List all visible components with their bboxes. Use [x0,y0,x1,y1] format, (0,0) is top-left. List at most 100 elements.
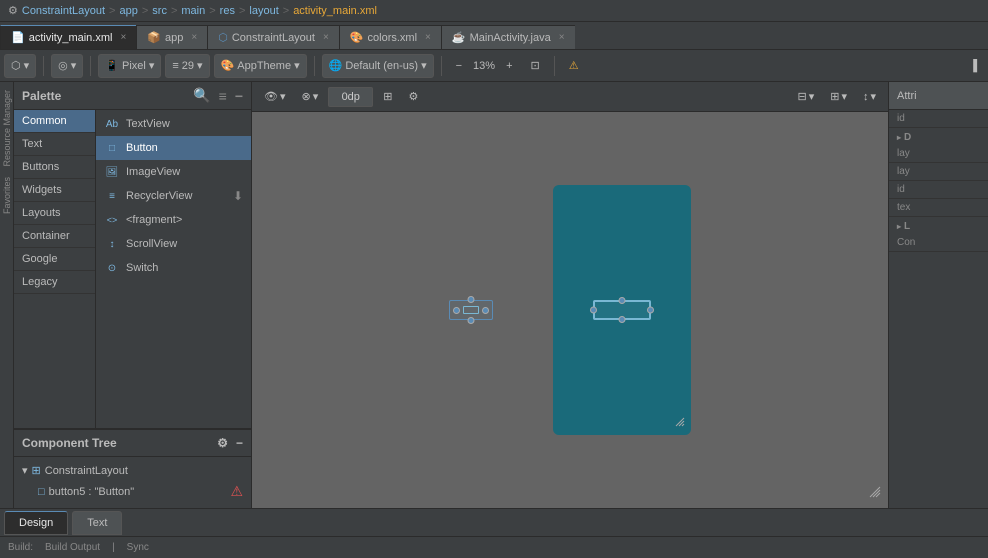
design-mode-dropdown[interactable]: ⬡ ▾ [4,54,36,78]
component-tree-panel: Component Tree ⚙ − ▾ ⊞ ConstraintLayout … [14,428,251,508]
palette-item-recyclerview[interactable]: ≡ RecyclerView ⬇ [96,184,251,208]
palette-more-icon[interactable]: ≡ [219,88,227,104]
zoom-out-button[interactable]: − [449,54,469,78]
eye-button[interactable]: 👁 ▾ [258,86,292,108]
palette-item-textview[interactable]: Ab TextView [96,112,251,136]
tab-close-activity[interactable]: × [120,32,126,43]
palette-items: Ab TextView □ Button 🖼 ImageView ≡ Recyc… [96,110,251,428]
api-dropdown[interactable]: ≡ 29 ▾ [165,54,209,78]
design-mode-icon: ⬡ [11,59,21,72]
chevron-down-icon-3: ▾ [149,59,155,72]
tab-icon-java: ☕ [452,31,466,44]
attributes-toggle[interactable]: ▐ [962,54,984,78]
align-icon: ⊟ [797,90,806,103]
tab-app[interactable]: 📦 app × [136,25,207,49]
canvas-area: 👁 ▾ ⊗ ▾ ⊞ ⚙ ⊟ ▾ ⊞ ▾ ↕ [252,82,888,508]
constraint-button[interactable]: ↕ ▾ [857,86,882,108]
cat-buttons[interactable]: Buttons [14,156,95,179]
build-output-button[interactable]: Build Output [41,542,104,553]
margin-button[interactable]: ⊞ ▾ [824,86,853,108]
chevron-eye: ▾ [280,90,286,103]
cat-common[interactable]: Common [14,110,95,133]
bc-app[interactable]: app [119,5,137,17]
bc-src[interactable]: src [152,5,167,17]
bc-res[interactable]: res [220,5,235,17]
bc-layout[interactable]: layout [249,5,278,17]
tab-close-java[interactable]: × [559,32,565,43]
tab-colors[interactable]: 🎨 colors.xml × [339,25,441,49]
attributes-panel: Attri id ▸ D lay lay id tex ▸ L Con [888,82,988,508]
fit-screen-button[interactable]: ⊡ [524,54,547,78]
tab-close-app[interactable]: × [191,32,197,43]
sync-button[interactable]: Sync [123,542,153,553]
tab-text[interactable]: Text [72,511,122,535]
tab-icon-activity: 📄 [11,31,25,44]
warning-button[interactable]: ⚠ [562,54,586,78]
fit-icon: ⊡ [531,59,540,72]
palette-item-button[interactable]: □ Button [96,136,251,160]
palette-item-label: RecyclerView [126,190,192,202]
device-dropdown[interactable]: 📱 Pixel ▾ [98,54,161,78]
cat-widgets[interactable]: Widgets [14,179,95,202]
grid-icon: ⊞ [383,90,392,103]
chevron-down-icon-6: ▾ [421,59,427,72]
dot-right [647,307,654,314]
tab-close-constraint[interactable]: × [323,32,329,43]
section-triangle-d: ▸ [897,133,901,142]
preview-dot-top [468,296,475,303]
attr-row-con: Con [889,234,988,252]
left-vertical-tabs: Resource Manager Favorites [0,82,14,508]
palette-item-imageview[interactable]: 🖼 ImageView [96,160,251,184]
palette-minimize-icon[interactable]: − [235,88,243,104]
tab-close-colors[interactable]: × [425,32,431,43]
tree-expand-icon: ▾ [22,464,28,477]
tab-activity-main[interactable]: 📄 activity_main.xml × [0,25,136,49]
palette-panel: Palette 🔍 ≡ − Common Text Buttons Widget… [14,82,251,428]
align-button[interactable]: ⊟ ▾ [791,86,820,108]
cat-container[interactable]: Container [14,225,95,248]
theme-dropdown[interactable]: 🎨 AppTheme ▾ [214,54,307,78]
cat-google[interactable]: Google [14,248,95,271]
palette-search-icon[interactable]: 🔍 [193,87,210,104]
attributes-header: Attri [889,82,988,110]
toolbar-sep-5 [554,56,555,76]
ct-constraint-layout[interactable]: ▾ ⊞ ConstraintLayout [14,461,251,480]
offset-input[interactable] [328,87,373,107]
magnet-button[interactable]: ⊗ ▾ [296,86,325,108]
attr-row-id2: id [889,181,988,199]
main-layout: Resource Manager Favorites Palette 🔍 ≡ −… [0,82,988,508]
tab-design[interactable]: Design [4,511,68,535]
tab-constraint[interactable]: ⬡ ConstraintLayout × [207,25,339,49]
phone-icon: 📱 [105,59,119,72]
favorites-vtab[interactable]: Favorites [1,173,13,218]
device-button-widget[interactable] [593,300,651,320]
attr-icon: ▐ [969,60,977,72]
tree-settings-icon[interactable]: ⚙ [217,436,228,450]
tab-mainactivity[interactable]: ☕ MainActivity.java × [441,25,575,49]
bc-constraint[interactable]: ConstraintLayout [22,5,105,17]
resource-manager-vtab[interactable]: Resource Manager [1,86,13,171]
bc-main[interactable]: main [181,5,205,17]
tree-minimize-icon[interactable]: − [236,436,243,450]
warn-icon: ⚠ [569,59,579,72]
chevron-down-icon-4: ▾ [197,59,203,72]
cat-layouts[interactable]: Layouts [14,202,95,225]
design-surface-dropdown[interactable]: ◎ ▾ [51,54,83,78]
palette-item-fragment[interactable]: <> <fragment> [96,208,251,232]
section-label-l: L [904,221,910,232]
zoom-in-button[interactable]: + [499,54,519,78]
grid-button[interactable]: ⊞ [377,86,398,108]
palette-item-scrollview[interactable]: ↕ ScrollView [96,232,251,256]
cat-text[interactable]: Text [14,133,95,156]
locale-icon: 🌐 [329,59,343,72]
preview-dot-left [453,307,460,314]
tools-button[interactable]: ⚙ [402,86,424,108]
section-label-d: D [904,132,911,143]
locale-dropdown[interactable]: 🌐 Default (en-us) ▾ [322,54,434,78]
ct-button5[interactable]: □ button5 : "Button" ⚠ [14,480,251,503]
palette-item-switch[interactable]: ⊙ Switch [96,256,251,280]
bar-sep: | [112,542,115,553]
toolbar-sep-1 [43,56,44,76]
cat-legacy[interactable]: Legacy [14,271,95,294]
plus-icon: + [506,60,512,72]
